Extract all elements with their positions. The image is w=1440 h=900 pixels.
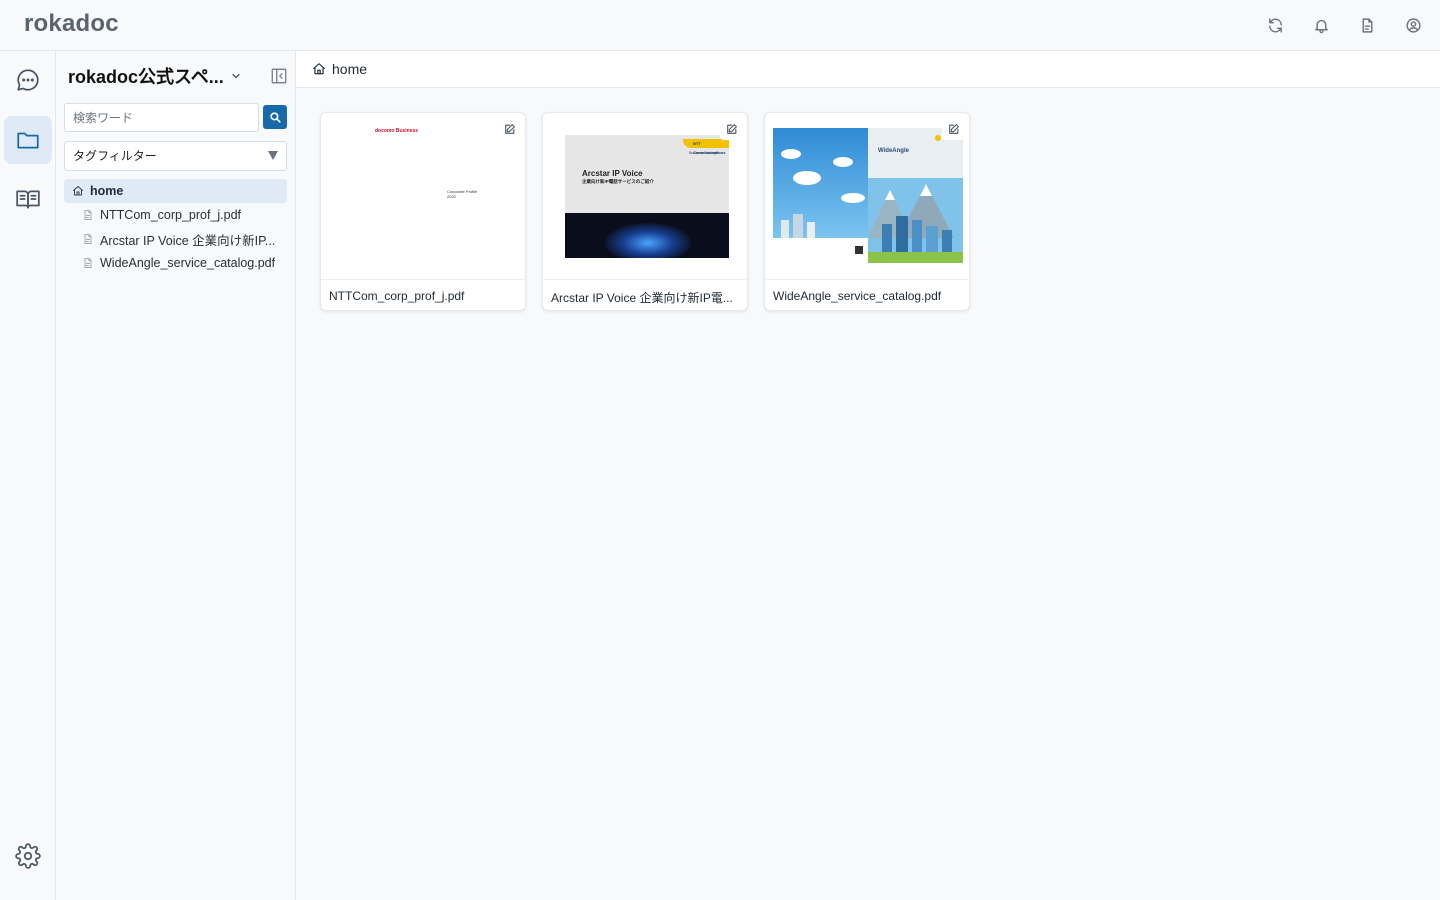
document-card[interactable]: docomo Business Corporate Profile 2022 N… xyxy=(320,112,526,311)
home-icon xyxy=(313,63,325,75)
tree-item-label: WideAngle_service_catalog.pdf xyxy=(100,256,276,270)
tree-item-home[interactable]: home xyxy=(64,179,287,203)
documents-nav-button[interactable] xyxy=(4,116,52,164)
document-thumbnail: NTT Communications Business Strategist A… xyxy=(543,113,747,280)
thumbnail-subtitle: 企業向け新IP電話サービスのご紹介 xyxy=(582,179,654,184)
home-icon xyxy=(73,186,83,196)
chevron-down-icon xyxy=(232,73,240,79)
main-content: home docomo Business Corporate Profile 2… xyxy=(296,51,1440,900)
library-nav-button[interactable] xyxy=(4,175,52,223)
tree-item-file[interactable]: Arcstar IP Voice 企業向け新IP... xyxy=(64,227,287,251)
document-card[interactable]: WideAngle WideAngle_service_catalog.pdf xyxy=(764,112,970,311)
document-name: WideAngle_service_catalog.pdf xyxy=(773,289,942,303)
thumbnail-logo: NTT Communications xyxy=(683,139,729,155)
thumbnail-right-page: WideAngle xyxy=(868,128,963,263)
edit-icon xyxy=(726,123,737,134)
sidebar-collapse-icon xyxy=(271,68,287,84)
thumbnail-subtitle-line: 2022 xyxy=(447,194,456,199)
file-tree: home NTTCom_corp_prof_j.pdf Arcstar IP V… xyxy=(64,179,287,275)
thumbnail-brand-text: docomo Business xyxy=(375,128,419,134)
document-panel: rokadoc公式スペ... タグフィルター home NTTCom_corp_… xyxy=(56,51,296,900)
settings-nav-button[interactable] xyxy=(4,832,52,880)
thumbnail-title: Arcstar IP Voice xyxy=(582,169,643,178)
document-name: Arcstar IP Voice 企業向け新IP電... xyxy=(551,291,733,305)
thumbnail-city-illustration xyxy=(773,149,868,263)
thumbnail-mountain-illustration xyxy=(868,135,963,263)
document-grid: docomo Business Corporate Profile 2022 N… xyxy=(320,112,970,311)
user-circle-icon[interactable] xyxy=(1400,12,1426,38)
breadcrumb-home[interactable]: home xyxy=(332,61,367,77)
book-icon xyxy=(16,190,40,209)
document-thumbnail: WideAngle xyxy=(765,113,969,280)
refresh-icon[interactable] xyxy=(1262,12,1288,38)
document-name: NTTCom_corp_prof_j.pdf xyxy=(329,289,465,303)
edit-button[interactable] xyxy=(498,118,520,140)
tree-item-label: home xyxy=(90,184,124,198)
search-row xyxy=(64,103,288,132)
top-bar: rokadoc xyxy=(0,0,1440,51)
edit-button[interactable] xyxy=(720,118,742,140)
search-icon xyxy=(269,111,281,123)
tag-filter-label: タグフィルター xyxy=(73,149,157,163)
thumbnail-subtitle: Corporate Profile 2022 xyxy=(447,189,477,199)
tree-item-label: NTTCom_corp_prof_j.pdf xyxy=(100,208,242,222)
thumbnail-page: NTT Communications Business Strategist A… xyxy=(565,135,729,258)
file-icon xyxy=(84,234,92,244)
thumbnail-small-text: Business Strategist xyxy=(689,151,719,155)
collapse-panel-button[interactable] xyxy=(268,65,290,87)
tag-filter-select[interactable]: タグフィルター xyxy=(64,141,287,171)
space-name: rokadoc公式スペ... xyxy=(68,67,224,87)
edit-icon xyxy=(504,123,515,134)
tree-item-file[interactable]: WideAngle_service_catalog.pdf xyxy=(64,251,287,275)
dropdown-caret-icon xyxy=(268,151,278,160)
search-button[interactable] xyxy=(263,105,287,129)
chat-nav-button[interactable] xyxy=(4,56,52,104)
search-input[interactable] xyxy=(64,103,259,132)
folder-icon xyxy=(17,132,39,149)
file-icon xyxy=(84,258,92,268)
nav-rail xyxy=(0,51,56,900)
breadcrumb: home xyxy=(296,51,1440,88)
chat-icon xyxy=(17,69,39,91)
edit-button[interactable] xyxy=(942,118,964,140)
edit-icon xyxy=(948,123,959,134)
space-selector[interactable]: rokadoc公式スペ... xyxy=(68,63,242,89)
document-thumbnail: docomo Business Corporate Profile 2022 xyxy=(321,113,525,280)
file-icon xyxy=(84,210,92,220)
top-actions xyxy=(1262,12,1426,38)
bell-icon[interactable] xyxy=(1308,12,1334,38)
gear-icon xyxy=(15,843,41,869)
document-icon[interactable] xyxy=(1354,12,1380,38)
tree-item-file[interactable]: NTTCom_corp_prof_j.pdf xyxy=(64,203,287,227)
document-card[interactable]: NTT Communications Business Strategist A… xyxy=(542,112,748,311)
thumbnail-globe-glow xyxy=(605,223,691,258)
thumbnail-left-page xyxy=(773,128,868,263)
app-logo[interactable]: rokadoc xyxy=(24,10,119,38)
tree-item-label: Arcstar IP Voice 企業向け新IP... xyxy=(100,233,276,248)
